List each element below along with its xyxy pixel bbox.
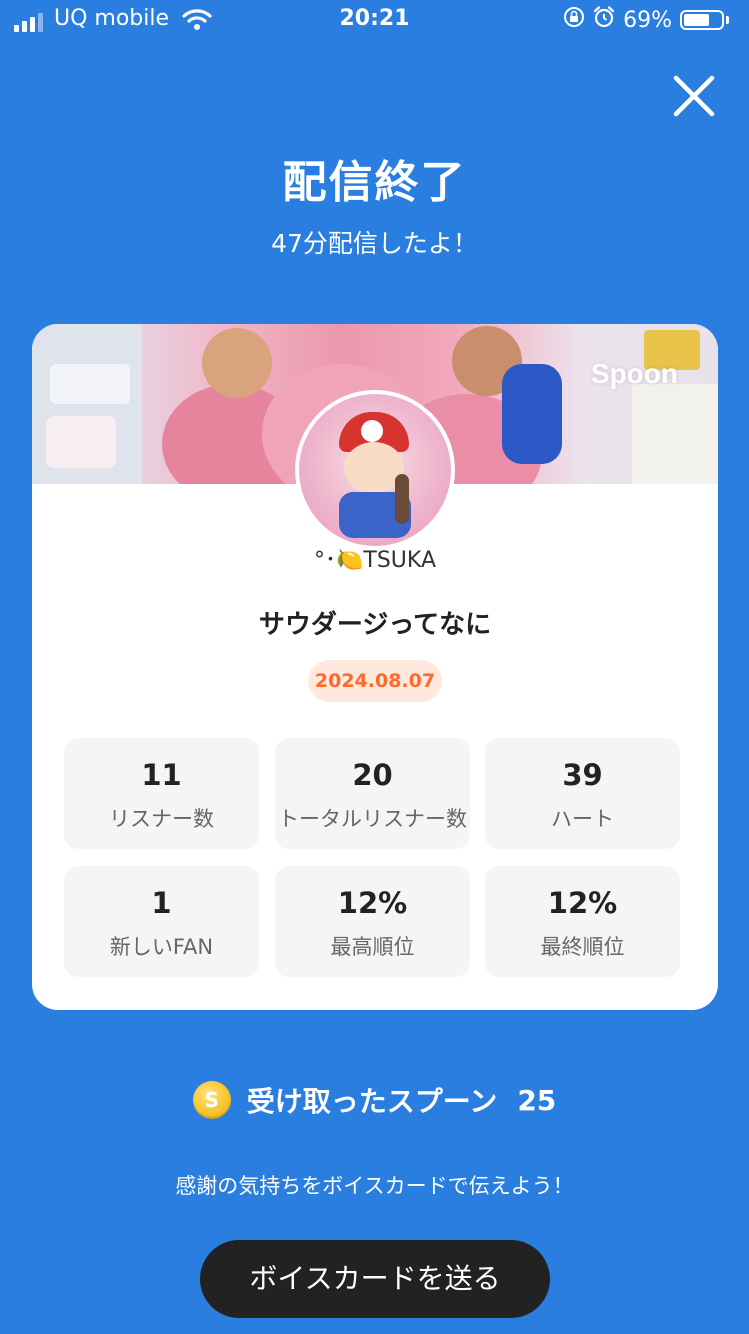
stat-value: 11 (141, 758, 182, 792)
stat-value: 39 (562, 758, 603, 792)
stat-label: トータルリスナー数 (278, 807, 467, 831)
stat-new-fans: 1 新しいFAN (64, 866, 259, 977)
spoon-coin-icon: S (192, 1081, 231, 1119)
battery-percent: 69% (623, 7, 672, 33)
rotation-lock-icon (563, 6, 585, 34)
battery-icon (680, 10, 724, 30)
spoon-logo: Spoon (590, 358, 678, 389)
stream-duration-text: 47分配信したよ！ (271, 229, 478, 258)
stat-value: 20 (352, 758, 393, 792)
status-bar: UQ mobile 20:21 69% (0, 0, 749, 42)
stat-total-listeners: 20 トータルリスナー数 (275, 738, 470, 849)
stat-label: ハート (551, 807, 614, 831)
stat-highest-rank: 12% 最高順位 (275, 866, 470, 977)
stat-listeners: 11 リスナー数 (64, 738, 259, 849)
summary-card: Spoon °･🍋TSUKA サウダージってなに 2024.08.07 11 リ… (32, 324, 718, 1010)
username: °･🍋TSUKA (314, 548, 436, 573)
thanks-message: 感謝の気持ちをボイスカードで伝えよう！ (175, 1174, 574, 1198)
close-icon (673, 75, 715, 117)
spoons-label: 受け取ったスプーン (246, 1085, 498, 1118)
spoons-received: S 受け取ったスプーン 25 (0, 1080, 749, 1120)
stat-value: 12% (337, 886, 408, 920)
stat-value: 12% (547, 886, 618, 920)
stat-label: 最終順位 (540, 935, 625, 959)
page-title: 配信終了 (282, 157, 467, 208)
spoons-count: 25 (517, 1083, 557, 1117)
send-voice-card-button[interactable]: ボイスカードを送る (200, 1240, 550, 1318)
stat-label: リスナー数 (109, 807, 214, 831)
stat-hearts: 39 ハート (485, 738, 680, 849)
close-button[interactable] (668, 70, 720, 122)
stat-label: 最高順位 (330, 935, 415, 959)
stat-final-rank: 12% 最終順位 (485, 866, 680, 977)
alarm-icon (593, 6, 615, 34)
stat-label: 新しいFAN (109, 935, 214, 959)
stream-title: サウダージってなに (258, 610, 492, 640)
avatar[interactable] (295, 390, 455, 550)
date-badge: 2024.08.07 (308, 660, 442, 702)
stat-value: 1 (151, 886, 172, 920)
